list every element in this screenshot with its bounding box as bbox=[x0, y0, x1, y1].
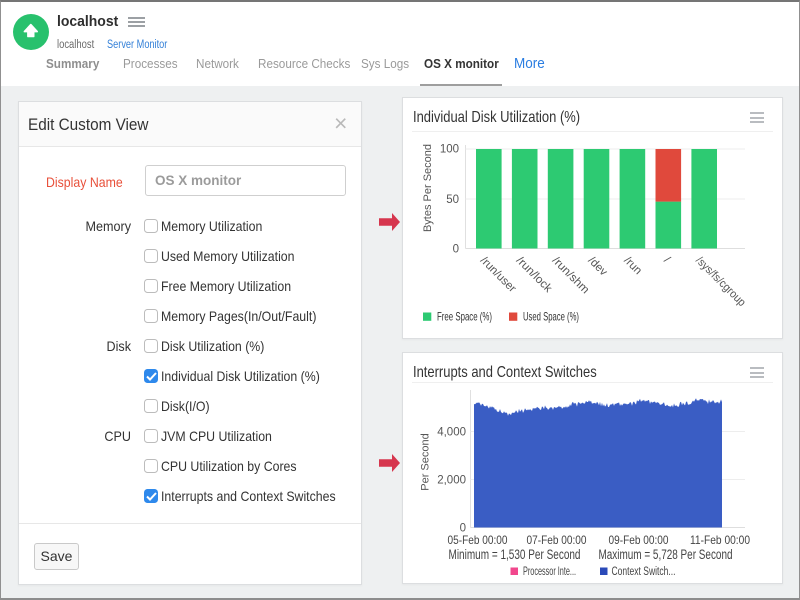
svg-text:05-Feb 00:00: 05-Feb 00:00 bbox=[448, 533, 508, 547]
svg-text:Per Second: Per Second bbox=[420, 433, 432, 490]
svg-text:/run/shm: /run/shm bbox=[550, 255, 592, 297]
svg-text:/: / bbox=[661, 255, 672, 266]
svg-text:11-Feb 00:00: 11-Feb 00:00 bbox=[690, 533, 750, 547]
svg-text:09-Feb 00:00: 09-Feb 00:00 bbox=[609, 533, 669, 547]
svg-text:/run/user: /run/user bbox=[478, 255, 518, 295]
svg-text:0: 0 bbox=[453, 244, 459, 256]
svg-text:/sys/fs/cgroup: /sys/fs/cgroup bbox=[693, 255, 747, 309]
svg-text:Context Switch...: Context Switch... bbox=[612, 566, 676, 578]
svg-text:Free Space (%): Free Space (%) bbox=[437, 310, 492, 324]
svg-text:Processor Inte...: Processor Inte... bbox=[523, 566, 576, 578]
svg-text:50: 50 bbox=[446, 194, 459, 206]
svg-text:4,000: 4,000 bbox=[437, 427, 466, 439]
svg-text:Minimum = 1,530 Per Second: Minimum = 1,530 Per Second bbox=[449, 547, 581, 562]
svg-text:Used Space (%): Used Space (%) bbox=[523, 310, 579, 324]
svg-text:Bytes Per Second: Bytes Per Second bbox=[422, 144, 434, 232]
svg-text:2,000: 2,000 bbox=[437, 475, 466, 487]
svg-text:Maximum = 5,728 Per Second: Maximum = 5,728 Per Second bbox=[599, 547, 733, 562]
svg-text:/run: /run bbox=[621, 255, 644, 278]
svg-text:/dev: /dev bbox=[585, 255, 609, 279]
svg-text:07-Feb 00:00: 07-Feb 00:00 bbox=[527, 533, 587, 547]
svg-text:100: 100 bbox=[440, 144, 459, 156]
svg-text:/run/lock: /run/lock bbox=[514, 255, 554, 295]
